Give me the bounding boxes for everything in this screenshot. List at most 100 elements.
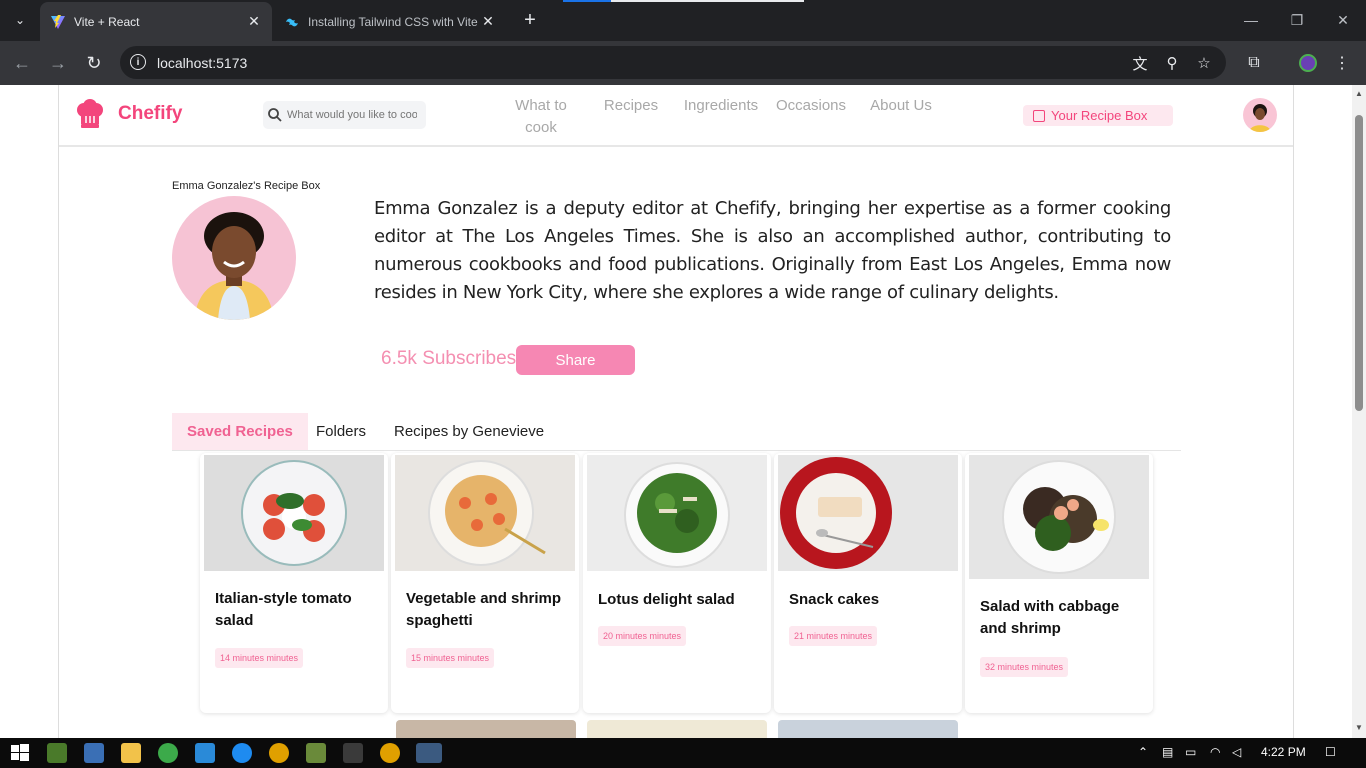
address-bar[interactable]: i localhost:5173 文 ⚲ ☆ <box>120 46 1226 79</box>
site-info-icon[interactable]: i <box>130 54 146 70</box>
search-box[interactable] <box>263 101 426 129</box>
recipe-card-next-row[interactable] <box>396 720 576 738</box>
app-icon[interactable] <box>158 743 178 763</box>
volume-icon[interactable]: ◁ <box>1232 745 1241 759</box>
subscribes-count: 6.5k Subscribes <box>381 348 517 369</box>
nav-ingredients[interactable]: Ingredients <box>681 95 761 117</box>
recipe-time-badge: 21 minutes minutes <box>789 626 878 646</box>
recipe-title: Salad with cabbage and shrimp <box>980 598 1120 637</box>
new-tab-icon[interactable]: + <box>518 8 542 32</box>
reload-icon[interactable]: ↻ <box>82 51 106 75</box>
tab-tailwind-docs[interactable]: Installing Tailwind CSS with Vite ✕ <box>274 2 506 41</box>
search-icon <box>267 107 283 123</box>
forward-icon[interactable]: → <box>46 51 70 75</box>
bookmark-star-icon[interactable]: ☆ <box>1194 53 1214 73</box>
menu-dots-icon[interactable]: ⋮ <box>1330 51 1354 75</box>
recipe-title: Vegetable and shrimp spaghetti <box>406 590 562 629</box>
back-icon[interactable]: ← <box>10 51 34 75</box>
recipe-title: Italian-style tomato salad <box>215 590 352 629</box>
page-scrollbar[interactable]: ▲ ▼ <box>1352 85 1366 738</box>
recipe-box-icon <box>1033 109 1045 122</box>
recipe-box-button[interactable]: Your Recipe Box <box>1023 105 1173 126</box>
nav-what-to-cook[interactable]: What to cook <box>505 95 577 139</box>
profile-bio: Emma Gonzalez is a deputy editor at Chef… <box>374 198 1171 303</box>
nav-recipes[interactable]: Recipes <box>599 95 663 117</box>
recipe-image <box>395 455 575 571</box>
vite-favicon-icon <box>50 14 66 30</box>
chrome-icon-2[interactable] <box>380 743 400 763</box>
tab-recipes-by-genevieve[interactable]: Recipes by Genevieve <box>379 413 559 450</box>
recipe-image <box>969 455 1149 579</box>
battery-icon[interactable]: ▭ <box>1185 745 1196 759</box>
scroll-down-icon[interactable]: ▼ <box>1355 723 1363 732</box>
nav-occasions[interactable]: Occasions <box>775 95 847 117</box>
tab-close-icon[interactable]: ✕ <box>480 13 496 30</box>
minecraft-launcher-icon[interactable] <box>306 743 326 763</box>
tab-search-dropdown-icon[interactable]: ⌄ <box>8 8 32 32</box>
windows-start-icon[interactable] <box>10 743 30 763</box>
browser-tab-strip: ⌄ Vite + React ✕ Installing Tailwind CSS… <box>0 0 1366 41</box>
recipe-image <box>204 455 384 571</box>
recipe-card[interactable]: Vegetable and shrimp spaghetti 15 minute… <box>391 453 579 713</box>
show-hidden-icons-icon[interactable]: ⌃ <box>1138 745 1148 759</box>
os-taskbar: ⌃ ▤ ▭ ◠ ◁ 4:22 PM ☐ <box>0 738 1366 768</box>
wifi-icon[interactable]: ◠ <box>1210 745 1220 759</box>
profile-icon[interactable] <box>1296 51 1320 75</box>
chrome-icon[interactable] <box>269 743 289 763</box>
dev-app-icon[interactable] <box>84 743 104 763</box>
recipe-image <box>587 455 767 571</box>
tab-folders[interactable]: Folders <box>301 413 381 450</box>
minecraft-icon[interactable] <box>47 743 67 763</box>
vscode-icon[interactable] <box>195 743 215 763</box>
zalo-icon[interactable] <box>232 743 252 763</box>
profile-tabs: Saved Recipes Folders Recipes by Genevie… <box>172 413 1181 451</box>
brand-logo[interactable]: Chefify <box>74 98 182 130</box>
recipe-title: Snack cakes <box>789 591 880 608</box>
active-app-icon[interactable] <box>416 743 442 763</box>
extensions-icon[interactable]: ⧉ <box>1242 51 1266 75</box>
recipe-time-badge: 20 minutes minutes <box>598 626 687 646</box>
recipe-card[interactable]: Salad with cabbage and shrimp 32 minutes… <box>965 453 1153 713</box>
tab-vite-react[interactable]: Vite + React ✕ <box>40 2 272 41</box>
recipe-card[interactable]: Italian-style tomato salad 14 minutes mi… <box>200 453 388 713</box>
tailwind-favicon-icon <box>284 14 300 30</box>
recipe-time-badge: 14 minutes minutes <box>215 648 304 668</box>
profile-avatar <box>172 196 296 320</box>
notification-icon[interactable]: ☐ <box>1325 745 1336 759</box>
recipe-time-badge: 32 minutes minutes <box>980 657 1069 677</box>
close-window-icon[interactable]: ✕ <box>1320 0 1366 40</box>
recipe-time-badge: 15 minutes minutes <box>406 648 495 668</box>
browser-toolbar: ← → ↻ i localhost:5173 文 ⚲ ☆ ⧉ ⋮ <box>0 41 1366 85</box>
git-tool-icon[interactable] <box>343 743 363 763</box>
nav-about-us[interactable]: About Us <box>865 95 937 117</box>
recipe-card-next-row[interactable] <box>778 720 958 738</box>
scroll-up-icon[interactable]: ▲ <box>1355 89 1363 98</box>
translate-icon[interactable]: 文 <box>1130 53 1150 73</box>
recipe-title: Lotus delight salad <box>598 591 735 608</box>
share-button[interactable]: Share <box>516 345 635 375</box>
scrollbar-thumb[interactable] <box>1355 115 1363 411</box>
tab-progress-line <box>563 0 611 2</box>
chef-hat-icon <box>74 98 106 130</box>
notes-icon[interactable]: ▤ <box>1162 745 1173 759</box>
file-explorer-icon[interactable] <box>121 743 141 763</box>
restore-icon[interactable]: ❐ <box>1274 0 1320 40</box>
search-input[interactable] <box>287 109 417 121</box>
recipe-card-next-row[interactable] <box>587 720 767 738</box>
url-text: localhost:5173 <box>157 55 248 71</box>
page-viewport: Chefify What to cook Recipes Ingredients… <box>0 85 1352 738</box>
tab-saved-recipes[interactable]: Saved Recipes <box>172 413 308 450</box>
zoom-icon[interactable]: ⚲ <box>1162 53 1182 73</box>
recipe-image <box>778 455 958 571</box>
minimize-icon[interactable]: — <box>1228 0 1274 40</box>
clock[interactable]: 4:22 PM <box>1261 745 1306 759</box>
tab-title: Vite + React <box>74 14 140 29</box>
brand-name: Chefify <box>118 103 183 124</box>
tab-close-icon[interactable]: ✕ <box>246 13 262 30</box>
recipe-box-label: Your Recipe Box <box>1051 108 1148 123</box>
user-avatar[interactable] <box>1243 98 1277 132</box>
recipe-card[interactable]: Lotus delight salad 20 minutes minutes <box>583 453 771 713</box>
recipe-box-title: Emma Gonzalez's Recipe Box <box>172 180 321 192</box>
site-header: Chefify What to cook Recipes Ingredients… <box>59 85 1293 147</box>
recipe-card[interactable]: Snack cakes 21 minutes minutes <box>774 453 962 713</box>
